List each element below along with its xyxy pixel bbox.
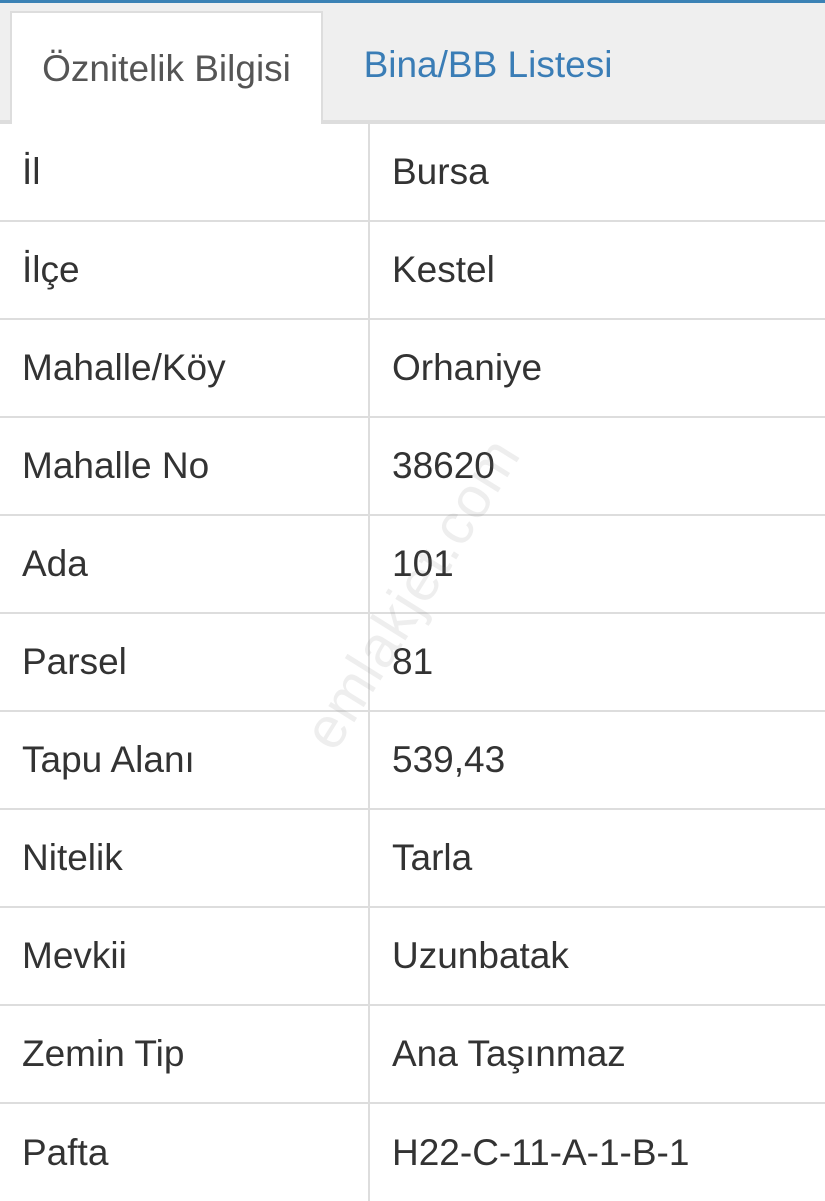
row-value: Bursa <box>368 122 825 222</box>
row-key: Mahalle/Köy <box>0 318 370 418</box>
table-row: Ada 101 <box>0 514 825 614</box>
row-value: 81 <box>368 612 825 712</box>
row-key: Parsel <box>0 612 370 712</box>
attribute-table: İl Bursa İlçe Kestel Mahalle/Köy Orhaniy… <box>0 122 825 1201</box>
table-row: Nitelik Tarla <box>0 808 825 908</box>
row-value: Tarla <box>368 808 825 908</box>
row-key: Mevkii <box>0 906 370 1006</box>
row-key: İlçe <box>0 220 370 320</box>
row-value: 101 <box>368 514 825 614</box>
table-row: Tapu Alanı 539,43 <box>0 710 825 810</box>
row-key: Ada <box>0 514 370 614</box>
table-row: Parsel 81 <box>0 612 825 712</box>
row-key: Mahalle No <box>0 416 370 516</box>
row-value: Orhaniye <box>368 318 825 418</box>
table-row: Mahalle No 38620 <box>0 416 825 516</box>
row-value: 38620 <box>368 416 825 516</box>
table-row: Mahalle/Köy Orhaniye <box>0 318 825 418</box>
row-key: Nitelik <box>0 808 370 908</box>
table-row: İlçe Kestel <box>0 220 825 320</box>
row-value: Ana Taşınmaz <box>368 1004 825 1104</box>
row-value: Kestel <box>368 220 825 320</box>
row-value: H22-C-11-A-1-B-1 <box>368 1102 825 1201</box>
row-value: 539,43 <box>368 710 825 810</box>
row-value: Uzunbatak <box>368 906 825 1006</box>
tab-bina-bb-listesi[interactable]: Bina/BB Listesi <box>328 11 648 119</box>
table-row: Mevkii Uzunbatak <box>0 906 825 1006</box>
row-key: Pafta <box>0 1102 370 1201</box>
row-key: Tapu Alanı <box>0 710 370 810</box>
table-row: İl Bursa <box>0 122 825 222</box>
row-key: Zemin Tip <box>0 1004 370 1104</box>
table-row: Zemin Tip Ana Taşınmaz <box>0 1004 825 1104</box>
row-key: İl <box>0 122 370 222</box>
tab-bar: Öznitelik Bilgisi Bina/BB Listesi <box>0 3 825 124</box>
tab-oznitelik-bilgisi[interactable]: Öznitelik Bilgisi <box>10 11 323 124</box>
table-row: Pafta H22-C-11-A-1-B-1 <box>0 1102 825 1201</box>
